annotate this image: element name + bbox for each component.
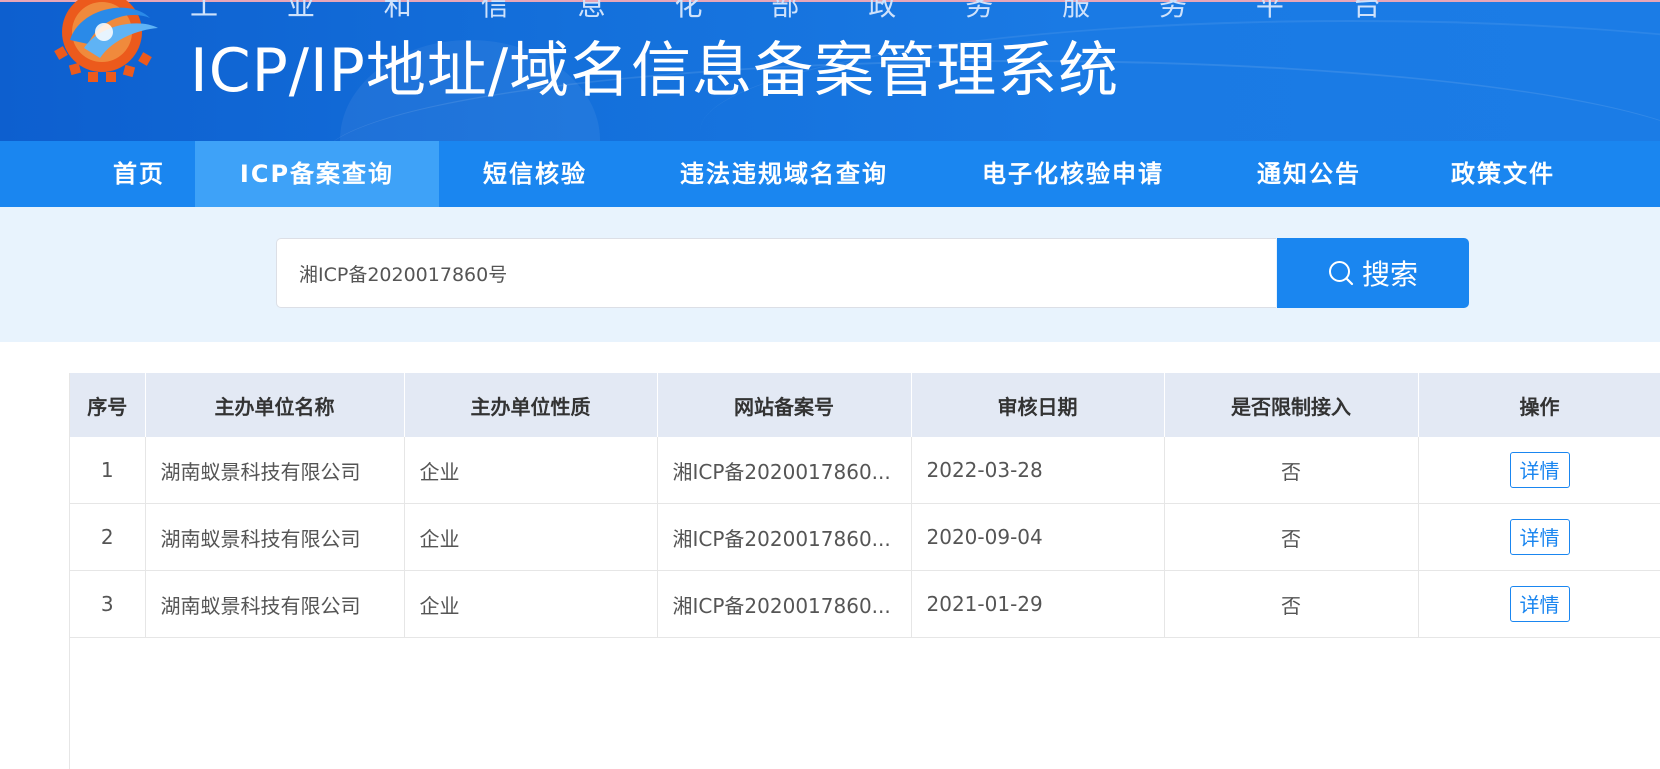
cell-org-type: 企业: [404, 503, 658, 571]
detail-button[interactable]: 详情: [1509, 519, 1570, 555]
cell-restricted: 否: [1164, 570, 1419, 638]
search-icon: [1328, 261, 1354, 286]
cell-org-name: 湖南蚁景科技有限公司: [145, 503, 405, 571]
column-header-restricted: 是否限制接入: [1164, 373, 1419, 437]
search-input[interactable]: [276, 238, 1276, 308]
cell-record-number: 湘ICP备2020017860...: [657, 570, 912, 638]
results-table: 序号 主办单位名称 主办单位性质 网站备案号 审核日期 是否限制接入 操作 1 …: [70, 373, 1660, 638]
cell-org-type: 企业: [404, 437, 658, 504]
column-header-actions: 操作: [1418, 373, 1660, 437]
table-row: 1 湖南蚁景科技有限公司 企业 湘ICP备2020017860... 2022-…: [70, 437, 1660, 504]
column-header-org-name: 主办单位名称: [145, 373, 405, 437]
cell-index: 2: [70, 503, 146, 571]
search-area: 搜索: [0, 207, 1660, 342]
nav-item-notices[interactable]: 通知公告: [1236, 141, 1382, 207]
detail-button[interactable]: 详情: [1509, 586, 1570, 622]
results-table-container: 序号 主办单位名称 主办单位性质 网站备案号 审核日期 是否限制接入 操作 1 …: [69, 373, 1660, 769]
cell-actions: 详情: [1418, 503, 1660, 571]
nav-item-e-verify-apply[interactable]: 电子化核验申请: [960, 141, 1186, 207]
column-header-org-type: 主办单位性质: [404, 373, 658, 437]
platform-subtitle: 工 业 和 信 息 化 部 政 务 服 务 平 台: [190, 0, 1411, 22]
cell-record-number: 湘ICP备2020017860...: [657, 437, 912, 504]
column-header-review-date: 审核日期: [911, 373, 1165, 437]
header-banner: 工 业 和 信 息 化 部 政 务 服 务 平 台 ICP/IP地址/域名信息备…: [0, 0, 1660, 141]
miit-logo-icon: [54, 0, 158, 82]
cell-review-date: 2021-01-29: [911, 570, 1165, 638]
cell-org-type: 企业: [404, 570, 658, 638]
cell-actions: 详情: [1418, 437, 1660, 504]
cell-restricted: 否: [1164, 503, 1419, 571]
cell-index: 3: [70, 570, 146, 638]
cell-org-name: 湖南蚁景科技有限公司: [145, 570, 405, 638]
table-header-row: 序号 主办单位名称 主办单位性质 网站备案号 审核日期 是否限制接入 操作: [70, 373, 1660, 437]
cell-record-number: 湘ICP备2020017860...: [657, 503, 912, 571]
cell-restricted: 否: [1164, 437, 1419, 504]
search-button[interactable]: 搜索: [1277, 238, 1469, 308]
page-title: ICP/IP地址/域名信息备案管理系统: [190, 36, 1120, 106]
column-header-index: 序号: [70, 373, 146, 437]
nav-item-icp-query[interactable]: ICP备案查询: [195, 141, 439, 207]
table-row: 3 湖南蚁景科技有限公司 企业 湘ICP备2020017860... 2021-…: [70, 570, 1660, 638]
cell-org-name: 湖南蚁景科技有限公司: [145, 437, 405, 504]
main-nav: 首页 ICP备案查询 短信核验 违法违规域名查询 电子化核验申请 通知公告 政策…: [0, 141, 1660, 207]
cell-review-date: 2022-03-28: [911, 437, 1165, 504]
cell-index: 1: [70, 437, 146, 504]
column-header-record-number: 网站备案号: [657, 373, 912, 437]
nav-item-policy-docs[interactable]: 政策文件: [1430, 141, 1576, 207]
detail-button[interactable]: 详情: [1509, 452, 1570, 488]
nav-item-illegal-domain-query[interactable]: 违法违规域名查询: [657, 141, 911, 207]
cell-actions: 详情: [1418, 570, 1660, 638]
cell-review-date: 2020-09-04: [911, 503, 1165, 571]
nav-item-home[interactable]: 首页: [66, 141, 212, 207]
search-button-label: 搜索: [1361, 258, 1418, 291]
nav-item-sms-verify[interactable]: 短信核验: [439, 141, 631, 207]
table-row: 2 湖南蚁景科技有限公司 企业 湘ICP备2020017860... 2020-…: [70, 503, 1660, 571]
